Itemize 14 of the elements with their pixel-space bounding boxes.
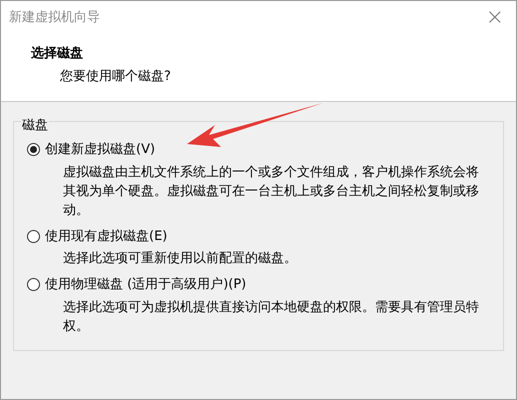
window-title: 新建虚拟机向导 (9, 9, 100, 28)
radio-button[interactable] (27, 278, 40, 292)
option-description: 选择此选项可为虚拟机提供直接访问本地硬盘的权限。需要具有管理员特权。 (63, 298, 480, 336)
page-heading: 选择磁盘 (31, 45, 84, 63)
option-description: 选择此选项可重新使用以前配置的磁盘。 (63, 250, 298, 268)
option-label[interactable]: 使用现有虚拟磁盘(E) (45, 226, 168, 246)
option-label[interactable]: 创建新虚拟磁盘(V) (45, 140, 156, 160)
option-description: 虚拟磁盘由主机文件系统上的一个或多个文件组成，客户机操作系统会将其视为单个硬盘。虚拟磁盘可在一台主机上或多台主机之间轻松复制或移动。 (63, 164, 480, 220)
close-button[interactable]: × (486, 7, 504, 29)
group-label: 磁盘 (21, 118, 49, 133)
option-label[interactable]: 使用物理磁盘 (适用于高级用户)(P) (45, 275, 246, 294)
page-subtitle: 您要使用哪个磁盘? (59, 68, 172, 86)
radio-button[interactable] (27, 143, 40, 156)
radio-button[interactable] (27, 230, 40, 243)
